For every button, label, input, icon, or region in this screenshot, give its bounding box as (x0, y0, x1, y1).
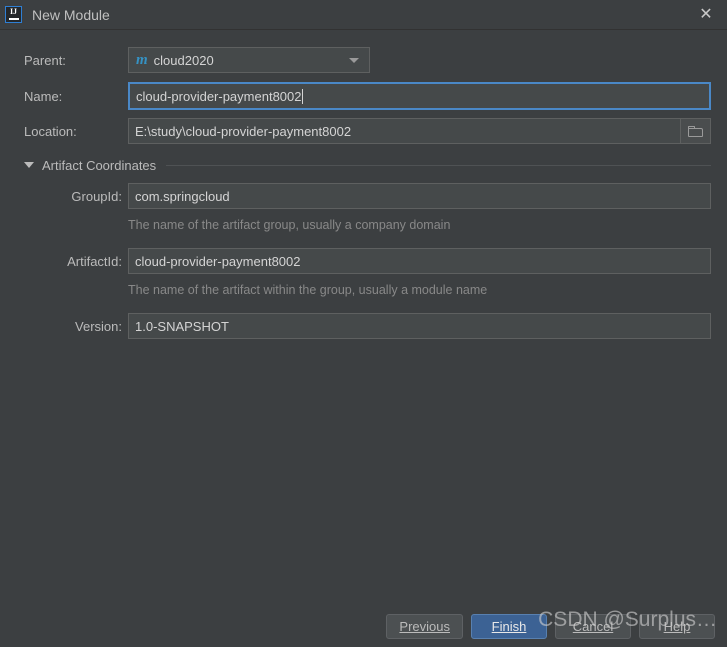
artifactid-label: ArtifactId: (67, 253, 122, 269)
dialog-content: Parent: m cloud2020 Name: cloud-provider… (0, 30, 727, 618)
artifact-coordinates-title: Artifact Coordinates (42, 157, 157, 173)
cancel-button-label: Cancel (572, 619, 614, 634)
location-browse-button[interactable] (681, 118, 711, 144)
location-row: Location: E:\study\cloud-provider-paymen… (0, 118, 727, 144)
groupid-label: GroupId: (71, 188, 122, 204)
cancel-button[interactable]: Cancel (555, 614, 631, 639)
parent-label: Parent: (24, 52, 66, 68)
artifactid-input[interactable]: cloud-provider-payment8002 (128, 248, 711, 274)
intellij-idea-icon: IJ (5, 6, 22, 23)
parent-dropdown[interactable]: m cloud2020 (128, 47, 370, 73)
location-value: E:\study\cloud-provider-payment8002 (135, 123, 352, 139)
parent-row: Parent: m cloud2020 (0, 47, 727, 73)
text-caret (302, 88, 304, 104)
help-button-label: Help (663, 619, 691, 634)
intellij-idea-icon-bar (8, 17, 19, 20)
groupid-input[interactable]: com.springcloud (128, 183, 711, 209)
previous-button-label: Previous (399, 619, 450, 634)
triangle-down-icon (24, 162, 34, 168)
location-label: Location: (24, 123, 77, 139)
version-label: Version: (75, 318, 122, 334)
artifactid-hint: The name of the artifact within the grou… (128, 283, 488, 297)
dialog-title: New Module (32, 6, 110, 23)
version-input[interactable]: 1.0-SNAPSHOT (128, 313, 711, 339)
name-value: cloud-provider-payment8002 (136, 88, 302, 104)
groupid-value: com.springcloud (135, 188, 230, 204)
location-input[interactable]: E:\study\cloud-provider-payment8002 (128, 118, 681, 144)
finish-button[interactable]: Finish (471, 614, 547, 639)
version-value: 1.0-SNAPSHOT (135, 318, 229, 334)
chevron-down-icon (349, 57, 359, 63)
name-row: Name: cloud-provider-payment8002 (0, 82, 727, 110)
groupid-row: GroupId: com.springcloud (0, 183, 727, 209)
intellij-idea-icon-letters: IJ (9, 7, 18, 16)
version-row: Version: 1.0-SNAPSHOT (0, 313, 727, 339)
dialog-button-bar: Previous Finish Cancel Help (386, 614, 715, 639)
help-button[interactable]: Help (639, 614, 715, 639)
groupid-hint: The name of the artifact group, usually … (128, 218, 451, 232)
finish-button-label: Finish (491, 619, 527, 634)
parent-value: cloud2020 (153, 52, 214, 68)
section-divider (166, 164, 711, 166)
folder-icon (688, 125, 703, 137)
name-input[interactable]: cloud-provider-payment8002 (128, 82, 711, 110)
artifactid-row: ArtifactId: cloud-provider-payment8002 (0, 248, 727, 274)
maven-module-icon: m (136, 51, 148, 68)
artifact-coordinates-section-header[interactable]: Artifact Coordinates (24, 155, 711, 175)
name-label: Name: (24, 88, 63, 104)
artifactid-value: cloud-provider-payment8002 (135, 253, 301, 269)
close-icon[interactable]: ✕ (695, 4, 717, 26)
previous-button[interactable]: Previous (386, 614, 463, 639)
dialog-title-bar: IJ New Module ✕ (0, 0, 727, 29)
